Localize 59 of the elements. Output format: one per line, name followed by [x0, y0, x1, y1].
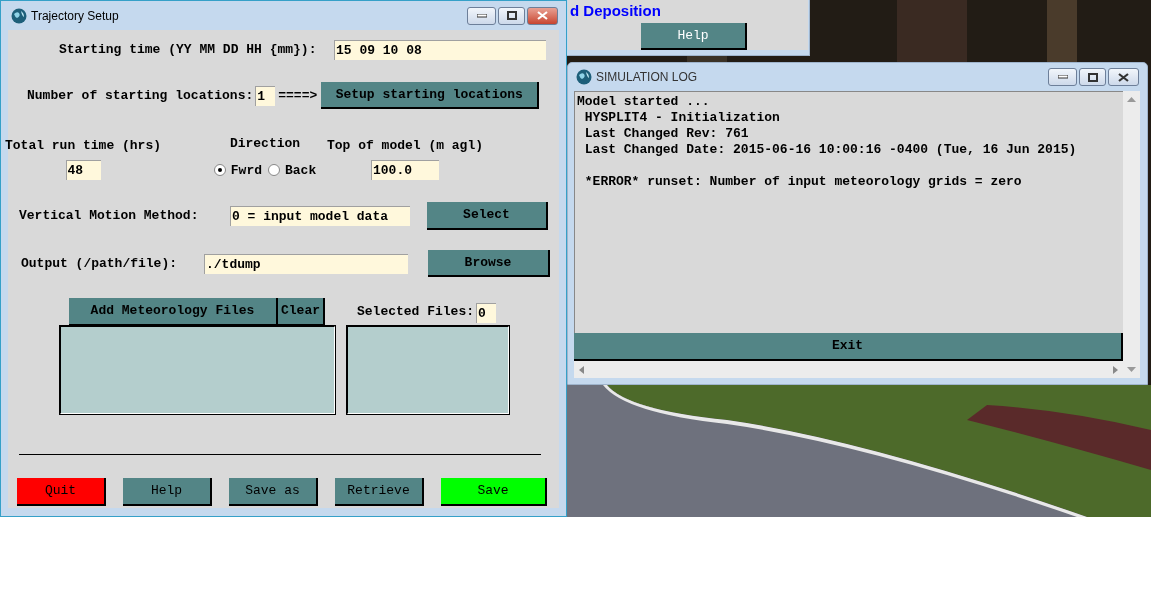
maximize-icon — [506, 11, 517, 20]
up-arrow-icon — [1127, 97, 1136, 102]
select-button[interactable]: Select — [427, 202, 548, 230]
field-label: Starting time (YY MM DD HH {mm}): — [59, 41, 318, 60]
arrow-text: ====> — [278, 86, 319, 105]
action-button[interactable]: Retrieve — [335, 478, 424, 506]
help-button[interactable]: Help — [641, 23, 747, 50]
field-label: Direction — [229, 135, 301, 153]
right-arrow-icon — [1113, 365, 1118, 374]
field-label: Output (/path/file): — [21, 254, 179, 273]
window-title: SIMULATION LOG — [596, 69, 699, 86]
setup-locations-button[interactable]: Setup starting locations — [321, 82, 540, 109]
clear-button[interactable]: Clear — [278, 298, 325, 326]
action-button[interactable]: Help — [123, 478, 212, 506]
action-button[interactable]: Save as — [229, 478, 318, 506]
globe-icon — [576, 69, 592, 85]
radio-label: Back — [285, 161, 317, 180]
radio-button[interactable] — [268, 164, 280, 177]
vertical-scrollbar[interactable] — [1123, 91, 1140, 378]
field-label: Number of starting locations: — [27, 86, 254, 105]
log-line: Last Changed Rev: 761 — [583, 126, 750, 142]
locations-count-field[interactable]: 1 — [255, 85, 276, 106]
action-button[interactable]: Quit — [17, 478, 106, 506]
field-label: Selected Files: — [357, 302, 475, 321]
action-button[interactable]: Save — [441, 478, 547, 506]
log-line: HYSPLIT4 - Initialization — [583, 110, 781, 126]
selected-files-field[interactable]: 0 — [476, 303, 497, 323]
down-arrow-icon — [1127, 367, 1136, 372]
window-title: Trajectory Setup — [31, 7, 120, 25]
globe-icon — [11, 7, 27, 24]
top-of-model-field[interactable]: 100.0 — [371, 159, 439, 180]
log-error-line: *ERROR* runset: Number of input meteorology grids = zero — [583, 174, 1023, 190]
run-time-field[interactable]: 48 — [65, 159, 101, 180]
section-heading: d Deposition — [569, 2, 662, 20]
radio-label: Fwrd — [230, 161, 262, 180]
maximize-button[interactable] — [498, 6, 525, 25]
close-icon — [537, 11, 548, 20]
minimize-icon — [1057, 75, 1068, 79]
browse-button[interactable]: Browse — [428, 250, 550, 277]
maximize-icon — [1087, 72, 1098, 82]
output-path-field[interactable]: ./tdump — [204, 253, 408, 274]
horizontal-scrollbar[interactable] — [574, 361, 1123, 378]
maximize-button[interactable] — [1079, 68, 1106, 86]
vertical-motion-field[interactable]: 0 = input model data — [230, 206, 410, 226]
log-line: Model started ... — [577, 94, 711, 110]
close-button[interactable] — [1108, 68, 1139, 86]
exit-button[interactable]: Exit — [574, 333, 1123, 361]
add-meteorology-button[interactable]: Add Meteorology Files — [69, 298, 278, 326]
starting-time-field[interactable]: 15 09 10 08 — [334, 40, 546, 60]
log-line: Last Changed Date: 2015-06-16 10:00:16 -0400 (Tue, 16 Jun 2015) — [583, 142, 1078, 158]
field-label: Total run time (hrs) — [5, 137, 161, 155]
minimize-button[interactable] — [467, 6, 496, 25]
left-arrow-icon — [579, 365, 584, 374]
field-label: Vertical Motion Method: — [19, 207, 200, 226]
field-label: Top of model (m agl) — [327, 137, 483, 155]
minimize-button[interactable] — [1048, 68, 1077, 86]
close-icon — [1118, 72, 1129, 82]
minimize-icon — [476, 13, 487, 18]
radio-button[interactable] — [213, 164, 226, 177]
